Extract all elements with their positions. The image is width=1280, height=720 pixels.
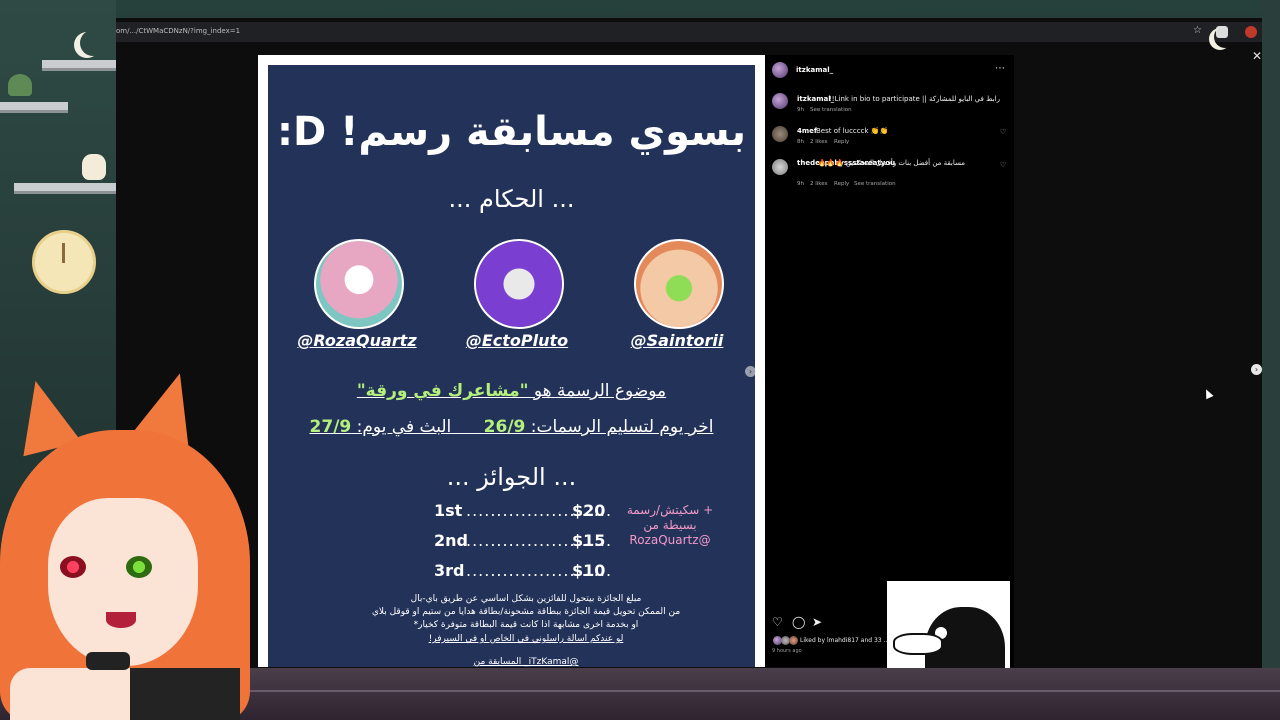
caption-text: !!Link in bio to participate || رابط في … xyxy=(829,95,1000,103)
post-author[interactable]: itzkamal_ xyxy=(796,66,833,74)
avatar[interactable] xyxy=(772,93,788,109)
prize-place: 3rd xyxy=(434,561,465,580)
close-icon[interactable]: ✕ xyxy=(1252,49,1262,63)
fine-print: لو عندكم اسالة راسلوني في الخاص او في ال… xyxy=(428,634,624,644)
comment-likes[interactable]: 2 likes xyxy=(810,181,828,187)
moon-icon xyxy=(1214,26,1236,48)
comments-panel xyxy=(765,55,1014,667)
stream-value: 27/9 xyxy=(309,417,352,437)
comment-time: 9h xyxy=(797,181,804,187)
dates-line: اخر يوم لتسليم الرسمات: 26/9 البث في يوم… xyxy=(268,417,755,437)
fine-print: او بخدمة اخرى مشابهة اذا كانت قيمة البطا… xyxy=(413,620,639,630)
shelf xyxy=(0,102,68,113)
comment-icon[interactable]: ◯ xyxy=(792,615,805,629)
pingu-beak xyxy=(893,633,943,655)
judge-avatar xyxy=(474,239,564,329)
more-icon[interactable]: ⋯ xyxy=(995,63,1005,74)
topic-value: "مشاعرك في ورقة" xyxy=(356,381,529,401)
comment-user[interactable]: 4mef xyxy=(797,127,817,135)
prize-amount: $10 xyxy=(572,561,606,580)
prize-place: 2nd xyxy=(434,531,468,550)
prize-row: 1st ........................ $20 xyxy=(434,501,614,520)
avatar[interactable] xyxy=(772,126,788,142)
prize-amount: $15 xyxy=(572,531,606,550)
room-wall-right xyxy=(1262,0,1280,720)
deadline-label: اخر يوم لتسليم الرسمات: xyxy=(525,417,714,437)
fine-print: مبلغ الجائزة بيتحول للفائزين بشكل اساسي … xyxy=(410,594,642,604)
poster-title: بسوي مسابقة رسم! D: xyxy=(277,109,746,155)
vtuber-mouth xyxy=(106,612,136,628)
prize-place: 1st xyxy=(434,501,463,520)
judge-avatar xyxy=(314,239,404,329)
reply-button[interactable]: Reply xyxy=(834,139,849,145)
see-translation-link[interactable]: See translation xyxy=(810,107,852,113)
avatar[interactable] xyxy=(772,159,788,175)
address-url[interactable]: om/.../CtWMaCDNzN/?img_index=1 xyxy=(116,27,240,35)
judge-avatar xyxy=(634,239,724,329)
avatar xyxy=(789,636,798,645)
judge-name: @EctoPluto xyxy=(465,331,569,350)
vtuber-choker xyxy=(86,652,130,670)
plant-decoration xyxy=(8,74,32,96)
bunny-decoration xyxy=(82,154,106,180)
vtuber-clothing xyxy=(130,668,240,720)
share-icon[interactable]: ➤ xyxy=(812,615,822,629)
judges-heading: ... الحكام ... xyxy=(448,185,575,213)
comment-text: مسابقة من أفضل بنات وأفضل المحكمين 🔥🔥🔥 xyxy=(817,159,965,167)
post-time: 9 hours ago xyxy=(772,648,802,654)
bonus-prize: + سكيتش/رسمة بسيطة من @RozaQuartz xyxy=(626,503,714,547)
caption-time: 9h xyxy=(797,107,804,113)
judge-name: @Saintorii xyxy=(630,331,724,350)
see-translation-link[interactable]: See translation xyxy=(854,181,896,187)
fine-print: @iTzKamal_ المسابقة من xyxy=(473,657,579,667)
heart-icon[interactable]: ♡ xyxy=(1000,161,1006,169)
deadline-value: 26/9 xyxy=(483,417,526,437)
prize-row: 3rd ........................ $10 xyxy=(434,561,614,580)
clock-decoration xyxy=(32,230,96,294)
prize-amount: $20 xyxy=(572,501,606,520)
star-icon[interactable]: ☆ xyxy=(1193,25,1202,36)
topic-line: موضوع الرسمة هو "مشاعرك في ورقة" xyxy=(268,381,755,401)
fine-print: من الممكن تحويل قيمة الجائزة ببطاقة مشحو… xyxy=(371,607,681,617)
heart-icon[interactable]: ♡ xyxy=(772,615,783,629)
moon-icon xyxy=(80,30,106,56)
comment-text: Best of lucccck 👏👏 xyxy=(816,127,889,135)
vtuber-eye xyxy=(126,556,152,578)
chevron-right-icon[interactable]: › xyxy=(745,366,756,377)
comment-likes[interactable]: 2 likes xyxy=(810,139,828,145)
prize-row: 2nd ........................ $15 xyxy=(434,531,614,550)
heart-icon[interactable]: ♡ xyxy=(1000,128,1006,136)
prizes-heading: ... الجوائز ... xyxy=(446,463,577,491)
judge-name: @RozaQuartz xyxy=(297,331,417,350)
vtuber-eye xyxy=(60,556,86,578)
vtuber-face xyxy=(48,498,198,666)
address-bar[interactable] xyxy=(116,22,1262,42)
liked-by[interactable]: Liked by lmahdi817 and 33 ... xyxy=(800,637,889,644)
comment-time: 8h xyxy=(797,139,804,145)
contest-poster: بسوي مسابقة رسم! D: ... الحكام ... @Roza… xyxy=(268,65,755,667)
reply-button[interactable]: Reply xyxy=(834,181,849,187)
topic-label: موضوع الرسمة هو xyxy=(528,381,667,401)
avatar[interactable] xyxy=(772,62,788,78)
stream-label: البث في يوم: xyxy=(351,417,452,437)
extension-icon[interactable] xyxy=(1245,26,1257,38)
chevron-right-icon[interactable]: › xyxy=(1251,364,1262,375)
